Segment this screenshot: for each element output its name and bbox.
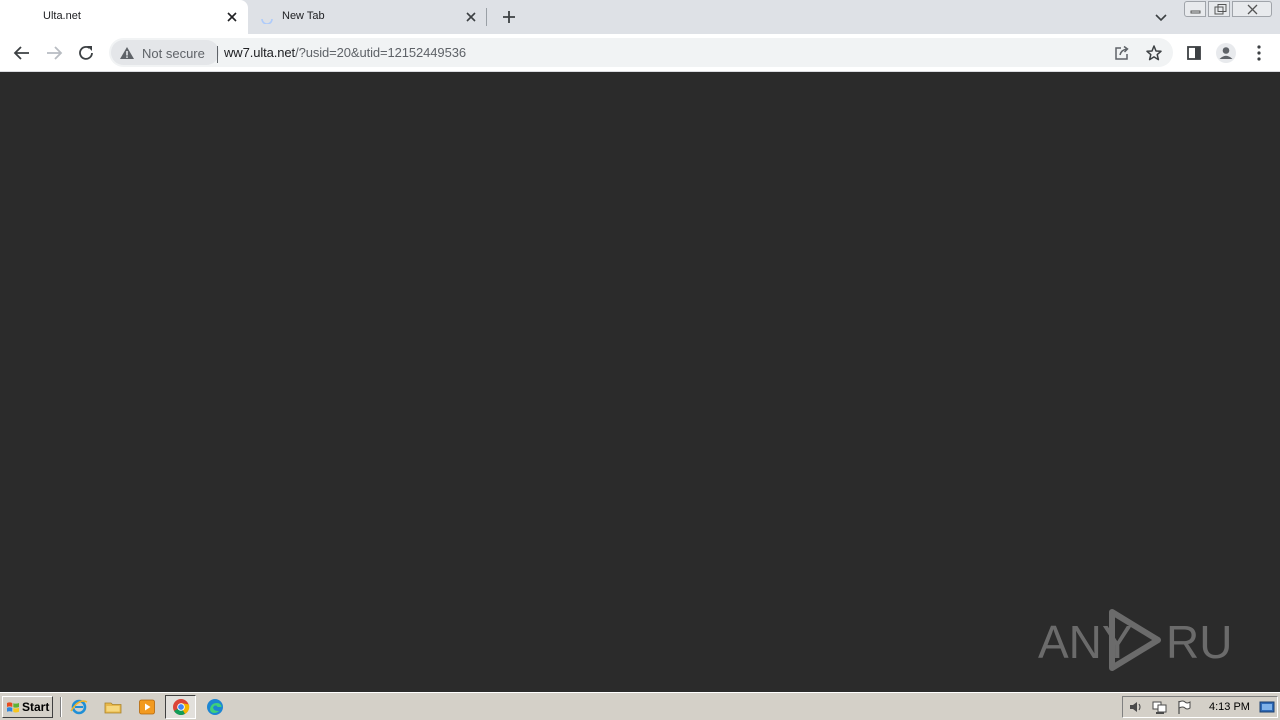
- action-center-flag-icon[interactable]: [1176, 699, 1192, 715]
- window-restore-button[interactable]: [1208, 1, 1230, 17]
- chip-divider: [217, 46, 218, 63]
- close-tab-icon[interactable]: [463, 9, 479, 25]
- chrome-icon: [173, 699, 190, 715]
- taskbar-chrome-button[interactable]: [165, 695, 196, 719]
- tab-new-tab[interactable]: New Tab: [248, 0, 488, 34]
- internet-explorer-icon[interactable]: [70, 698, 88, 716]
- network-icon[interactable]: [1152, 699, 1168, 715]
- file-explorer-folder-icon[interactable]: [104, 698, 122, 716]
- show-desktop-icon[interactable]: [1259, 699, 1275, 715]
- tab-strip: Ulta.net New Tab: [0, 0, 1280, 34]
- side-panel-icon[interactable]: [1184, 43, 1204, 63]
- warning-triangle-icon: [120, 47, 134, 59]
- minimize-icon: [1190, 10, 1201, 14]
- media-player-icon[interactable]: [138, 698, 156, 716]
- back-arrow-icon[interactable]: [12, 43, 32, 63]
- windows-flag-icon: [7, 702, 19, 713]
- page-content-area: ANY RUN: [0, 72, 1280, 692]
- windows-taskbar: Start 4:13 PM: [0, 692, 1280, 720]
- window-close-button[interactable]: [1232, 1, 1272, 17]
- close-tab-icon[interactable]: [224, 9, 240, 25]
- watermark-any-text: ANY: [1038, 616, 1133, 668]
- forward-arrow-icon[interactable]: [44, 43, 64, 63]
- taskbar-clock[interactable]: 4:13 PM: [1209, 701, 1250, 713]
- menu-kebab-icon[interactable]: [1249, 43, 1269, 63]
- tab-title: Ulta.net: [43, 10, 81, 22]
- edge-browser-icon[interactable]: [206, 698, 224, 716]
- restore-icon: [1214, 4, 1227, 15]
- anyrun-watermark-logo: ANY RUN: [1038, 609, 1234, 671]
- tab-ulta[interactable]: Ulta.net: [0, 0, 248, 34]
- quick-launch-divider: [60, 697, 62, 717]
- tab-separator: [486, 8, 487, 26]
- reload-icon[interactable]: [76, 43, 96, 63]
- start-label: Start: [22, 700, 50, 714]
- window-minimize-button[interactable]: [1184, 1, 1206, 17]
- bookmark-star-icon[interactable]: [1145, 44, 1163, 62]
- new-tab-plus-icon[interactable]: [500, 8, 518, 26]
- system-tray: 4:13 PM: [1122, 696, 1278, 718]
- tab-search-chevron-down-icon[interactable]: [1153, 9, 1169, 25]
- not-secure-label: Not secure: [142, 46, 205, 61]
- url-text[interactable]: ww7.ulta.net/?usid=20&utid=12152449536: [224, 45, 466, 60]
- browser-toolbar: Not secure ww7.ulta.net/?usid=20&utid=12…: [0, 34, 1280, 72]
- security-chip[interactable]: Not secure: [111, 40, 219, 65]
- profile-avatar-icon[interactable]: [1215, 42, 1237, 64]
- share-icon[interactable]: [1113, 44, 1131, 62]
- address-bar[interactable]: Not secure ww7.ulta.net/?usid=20&utid=12…: [109, 38, 1173, 67]
- url-host: ww7.ulta.net: [224, 45, 296, 60]
- close-window-icon: [1247, 4, 1258, 15]
- tab-title: New Tab: [282, 10, 325, 22]
- volume-speaker-icon[interactable]: [1128, 699, 1144, 715]
- start-button[interactable]: Start: [2, 696, 53, 718]
- watermark-run-text: RUN: [1166, 616, 1234, 668]
- url-path: /?usid=20&utid=12152449536: [295, 45, 466, 60]
- loading-spinner-icon: [261, 18, 273, 24]
